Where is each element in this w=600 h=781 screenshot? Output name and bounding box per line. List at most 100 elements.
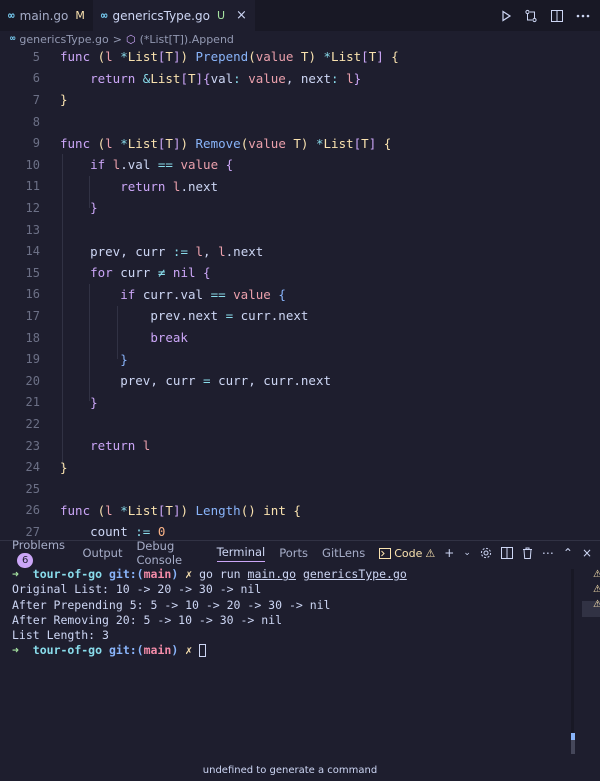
line-number: 14 [25,244,40,259]
line-number: 18 [25,330,40,345]
line-number: 15 [25,265,40,280]
code-line: 13 [0,219,600,241]
run-icon[interactable] [500,9,512,22]
code-line: 15 for curr ≠ nil { [0,262,600,284]
chevron-down-icon[interactable]: ⌄ [463,548,471,558]
go-file-icon: ∞ [10,34,16,44]
code-line: 10 if l.val == value { [0,154,600,176]
code-line: 19 } [0,348,600,370]
bottom-panel: Problems6 Output Debug Console Terminal … [0,538,600,781]
code-editor[interactable]: 5 func (l *List[T]) Prepend(value T) *Li… [0,46,600,540]
tab-ports[interactable]: Ports [279,546,308,560]
warning-icon: ⚠ [593,599,600,610]
terminal-hint: undefined to generate a command [202,765,378,776]
breadcrumb-separator: > [112,32,122,46]
tab-main-go[interactable]: ∞ main.go M [0,0,93,31]
code-line: 22 [0,413,600,435]
terminal-prompt-line: ➜ tour-of-go git:(main) ✗ [12,643,567,658]
tab-gitlens[interactable]: GitLens [322,546,365,560]
terminal-list-warnings: ⚠ ⚠ ⚠ [593,569,600,610]
code-line: 20 prev, curr = curr, curr.next [0,370,600,392]
tab-label: genericsType.go [112,8,210,23]
tab-debug-console[interactable]: Debug Console [136,539,202,567]
code-line: 8 [0,111,600,133]
warning-icon: ⚠ [593,584,600,595]
line-number: 8 [32,114,40,129]
tab-terminal[interactable]: Terminal [216,545,266,562]
trash-icon[interactable] [522,547,533,559]
code-line: 12 } [0,197,600,219]
tab-problems[interactable]: Problems6 [12,538,69,568]
line-number: 25 [25,481,40,496]
line-number: 26 [25,503,40,518]
code-line: 7 } [0,89,600,111]
line-number: 10 [25,157,40,172]
line-number: 9 [32,136,40,151]
split-terminal-icon[interactable] [500,547,513,559]
modified-indicator: M [75,9,85,22]
tab-label: main.go [19,8,69,23]
breadcrumb-symbol[interactable]: (*List[T]).Append [140,33,234,46]
tab-genericstype-go[interactable]: ∞ genericsType.go U × [92,0,255,31]
terminal-output-line: List Length: 3 [12,628,109,643]
untracked-indicator: U [216,9,226,22]
code-line: 24 } [0,456,600,478]
code-line: 17 prev.next = curr.next [0,305,600,327]
go-file-icon: ∞ [100,9,108,22]
problems-count-badge: 6 [17,553,34,568]
terminal-output-line: Original List: 10 -> 20 -> 30 -> nil [12,582,262,597]
line-number: 19 [25,352,40,367]
editor-actions [500,0,600,31]
scrollbar-marker [571,733,575,740]
code-line: 16 if curr.val == value { [0,284,600,306]
line-number: 27 [25,524,40,539]
go-file-icon: ∞ [8,9,15,22]
terminal-scrollbar[interactable] [571,569,574,754]
line-number: 6 [32,71,40,86]
line-number: 13 [25,222,40,237]
code-line: 11 return l.next [0,176,600,198]
line-number: 7 [32,92,40,107]
more-icon[interactable] [576,14,590,18]
terminal-output-line: After Removing 20: 5 -> 10 -> 30 -> nil [12,612,283,627]
settings-gear-icon[interactable] [480,547,492,559]
code-line: 23 return l [0,435,600,457]
breadcrumb: ∞ genericsType.go > ⬡ (*List[T]).Append [0,31,600,47]
code-line: 14 prev, curr := l, l.next [0,240,600,262]
code-line: 27 count := 0 [0,521,600,540]
editor-tab-bar: ∞ main.go M ∞ genericsType.go U × [0,0,600,31]
split-editor-icon[interactable] [550,9,564,23]
line-number: 12 [25,200,40,215]
line-number: 23 [25,438,40,453]
line-number: 21 [25,395,40,410]
new-terminal-button[interactable]: + [444,546,454,560]
tab-output[interactable]: Output [83,546,123,560]
code-line: 26 func (l *List[T]) Length() int { [0,500,600,522]
close-icon[interactable]: × [236,8,247,23]
code-line: 9 func (l *List[T]) Remove(value T) *Lis… [0,132,600,154]
terminal-icon [379,547,392,559]
line-number: 11 [25,179,40,194]
code-line: 25 [0,478,600,500]
terminal-output-line: After Prepending 5: 5 -> 10 -> 20 -> 30 … [12,597,331,612]
line-number: 17 [25,308,40,323]
terminal-selector[interactable]: Code ⚠ [379,547,435,560]
chevron-up-icon[interactable]: ⌃ [563,546,573,560]
line-number: 24 [25,460,40,475]
code-line: 6 return &List[T]{val: value, next: l} [0,68,600,90]
warning-icon: ⚠ [593,569,600,580]
terminal-cursor [199,644,207,658]
panel-actions: Code ⚠ + ⌄ ⋯ ⌃ × [379,546,600,560]
breadcrumb-file[interactable]: genericsType.go [19,33,108,46]
panel-tab-bar: Problems6 Output Debug Console Terminal … [0,538,600,568]
close-panel-icon[interactable]: × [582,546,592,560]
terminal-output[interactable]: ➜ tour-of-go git:(main) ✗ go run main.go… [12,567,567,659]
code-line: 18 break [0,327,600,349]
line-number: 22 [25,416,40,431]
warning-icon: ⚠ [425,546,436,560]
more-icon[interactable]: ⋯ [542,546,554,560]
compare-icon[interactable] [524,9,538,23]
line-number: 20 [25,373,40,388]
line-number: 16 [25,287,40,302]
code-line: 21 } [0,392,600,414]
